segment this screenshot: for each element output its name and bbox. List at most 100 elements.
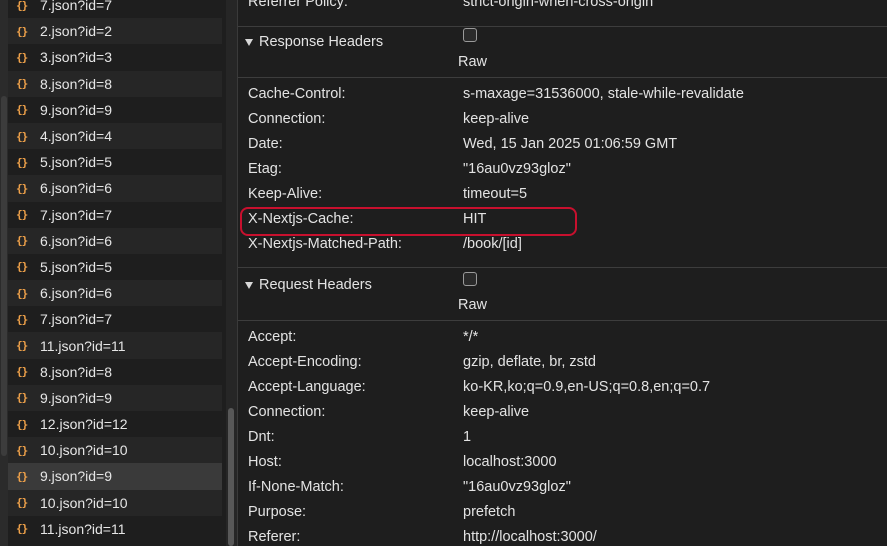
header-key: Connection: [248, 111, 326, 127]
request-name: 2.json?id=2 [40, 23, 113, 40]
request-list-item[interactable]: {} 4.json?id=4 [8, 122, 222, 150]
section-divider [238, 77, 887, 78]
request-name: 10.json?id=10 [40, 494, 128, 511]
request-list-item[interactable]: {} 9.json?id=9 [8, 96, 222, 123]
request-list-item[interactable]: {} 6.json?id=6 [8, 280, 222, 307]
request-name: 7.json?id=7 [40, 311, 113, 328]
header-value: Wed, 15 Jan 2025 01:06:59 GMT [463, 136, 678, 152]
request-headers-toggle[interactable]: Request Headers [245, 277, 372, 293]
json-file-icon: {} [16, 312, 28, 326]
left-scrollbar-thumb[interactable] [1, 96, 7, 456]
request-list-item[interactable]: {} 9.json?id=9 [8, 463, 222, 490]
header-value: strict-origin-when-cross-origin [463, 0, 654, 10]
request-name: 6.json?id=6 [40, 285, 113, 302]
request-name: 8.json?id=8 [40, 75, 113, 92]
header-key: Accept-Encoding: [248, 354, 362, 370]
header-key: Cache-Control: [248, 86, 346, 102]
request-list-item[interactable]: {} 7.json?id=7 [8, 201, 222, 228]
request-list-item[interactable]: {} 6.json?id=6 [8, 175, 222, 202]
response-raw-checkbox[interactable] [463, 28, 477, 42]
header-key: Accept-Language: [248, 379, 366, 395]
json-file-icon: {} [16, 469, 28, 483]
json-file-icon: {} [16, 365, 28, 379]
header-value: /book/[id] [463, 236, 522, 252]
header-key: X-Nextjs-Matched-Path: [248, 236, 402, 252]
json-file-icon: {} [16, 260, 28, 274]
json-file-icon: {} [16, 496, 28, 510]
request-list-scrollbar-thumb[interactable] [228, 408, 234, 546]
headers-pane: Referrer Policy: strict-origin-when-cros… [238, 0, 887, 546]
request-name: 3.json?id=3 [40, 49, 113, 66]
header-key: Purpose: [248, 504, 307, 520]
section-divider [238, 26, 887, 27]
header-key: Host: [248, 454, 282, 470]
request-headers-title: Request Headers [259, 277, 372, 293]
section-divider [238, 320, 887, 321]
header-key: Date: [248, 136, 283, 152]
request-list-item[interactable]: {} 7.json?id=7 [8, 0, 222, 19]
request-list-item[interactable]: {} 9.json?id=9 [8, 384, 222, 411]
json-file-icon: {} [16, 443, 28, 457]
request-list-item[interactable]: {} 11.json?id=11 [8, 515, 222, 542]
request-list-item[interactable]: {} 12.json?id=12 [8, 411, 222, 438]
json-file-icon: {} [16, 155, 28, 169]
json-file-icon: {} [16, 181, 28, 195]
request-name: 9.json?id=9 [40, 389, 113, 406]
header-value: ko-KR,ko;q=0.9,en-US;q=0.8,en;q=0.7 [463, 379, 711, 395]
request-list-item[interactable]: {} 11.json?id=11 [8, 332, 222, 359]
header-key: Referer: [248, 529, 301, 545]
json-file-icon: {} [16, 391, 28, 405]
json-file-icon: {} [16, 129, 28, 143]
request-name: 6.json?id=6 [40, 232, 113, 249]
request-name: 6.json?id=6 [40, 180, 113, 197]
header-key: Connection: [248, 404, 326, 420]
request-name: 9.json?id=9 [40, 101, 113, 118]
header-value: s-maxage=31536000, stale-while-revalidat… [463, 86, 744, 102]
request-name: 9.json?id=9 [40, 468, 113, 485]
header-key: Keep-Alive: [248, 186, 323, 202]
header-value: gzip, deflate, br, zstd [463, 354, 596, 370]
x-nextjs-cache-highlight [240, 207, 577, 236]
request-name: 4.json?id=4 [40, 128, 113, 145]
disclosure-triangle-icon [245, 281, 253, 289]
json-file-icon: {} [16, 0, 28, 12]
request-list-item[interactable]: {} 8.json?id=8 [8, 358, 222, 385]
json-file-icon: {} [16, 234, 28, 248]
response-headers-title: Response Headers [259, 34, 384, 50]
header-value: keep-alive [463, 111, 530, 127]
request-list-item[interactable]: {} 5.json?id=5 [8, 253, 222, 281]
devtools-network-panel: {} 7.json?id=7{} 2.json?id=2{} 3.json?id=3{… [0, 0, 887, 546]
json-file-icon: {} [16, 50, 28, 64]
request-name: 5.json?id=5 [40, 258, 113, 275]
header-key: Referrer Policy: [248, 0, 348, 10]
request-list: {} 7.json?id=7{} 2.json?id=2{} 3.json?id=3{… [8, 0, 222, 542]
request-name: 11.json?id=11 [40, 337, 126, 354]
header-value: 1 [463, 429, 472, 445]
header-value: */* [463, 329, 479, 345]
header-value: prefetch [463, 504, 516, 520]
request-list-item[interactable]: {} 3.json?id=3 [8, 44, 222, 71]
left-scrollbar[interactable] [0, 0, 8, 546]
request-list-item[interactable]: {} 2.json?id=2 [8, 18, 222, 45]
request-raw-label: Raw [458, 297, 488, 313]
request-list-item[interactable]: {} 7.json?id=7 [8, 306, 222, 333]
json-file-icon: {} [16, 77, 28, 91]
json-file-icon: {} [16, 339, 28, 353]
json-file-icon: {} [16, 286, 28, 300]
request-list-item[interactable]: {} 8.json?id=8 [8, 70, 222, 97]
request-name: 12.json?id=12 [40, 416, 128, 433]
json-file-icon: {} [16, 24, 28, 38]
json-file-icon: {} [16, 522, 28, 536]
request-list-item[interactable]: {} 5.json?id=5 [8, 149, 222, 176]
request-name: 5.json?id=5 [40, 154, 113, 171]
disclosure-triangle-icon [245, 38, 253, 46]
request-name: 11.json?id=11 [40, 520, 126, 537]
request-raw-checkbox[interactable] [463, 272, 477, 286]
request-list-item[interactable]: {} 10.json?id=10 [8, 437, 222, 464]
response-headers-toggle[interactable]: Response Headers [245, 34, 383, 50]
header-value: localhost:3000 [463, 454, 557, 470]
request-list-item[interactable]: {} 10.json?id=10 [8, 489, 222, 516]
request-list-item[interactable]: {} 6.json?id=6 [8, 227, 222, 254]
json-file-icon: {} [16, 103, 28, 117]
request-list-scrollbar[interactable] [226, 0, 237, 546]
